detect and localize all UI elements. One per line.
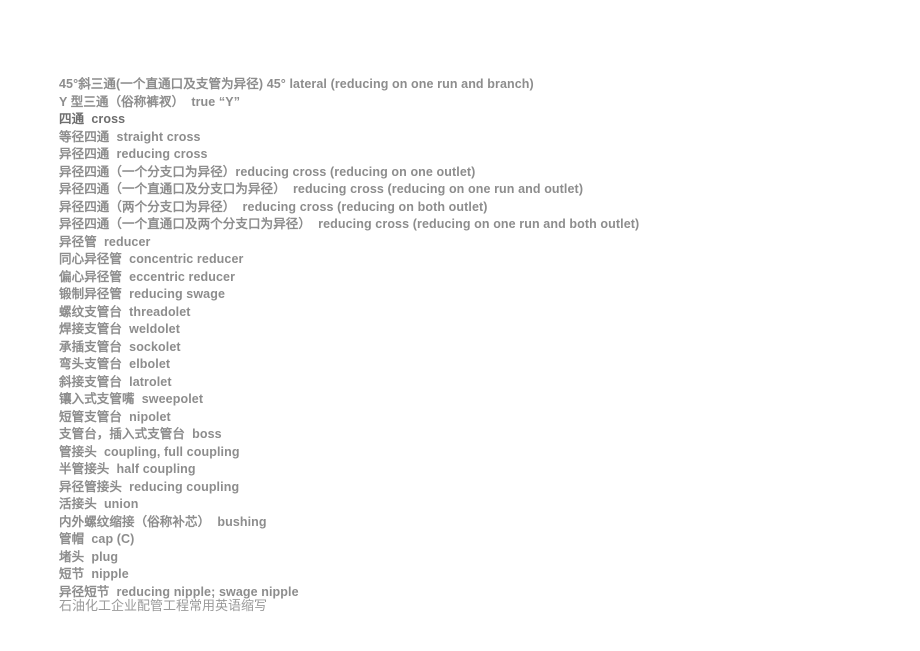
glossary-entry: 半管接头 half coupling bbox=[59, 462, 196, 476]
glossary-entry: 弯头支管台 elbolet bbox=[59, 357, 171, 371]
glossary-entry: 斜接支管台 latrolet bbox=[59, 374, 172, 389]
glossary-entry: 同心异径管 concentric reducer bbox=[59, 252, 244, 266]
glossary-entry: 异径四通（一个分支口为异径）reducing cross (reducing o… bbox=[59, 164, 476, 179]
glossary-entry: 异径四通（一个直通口及两个分支口为异径） reducing cross (red… bbox=[59, 217, 640, 231]
glossary-entry: 螺纹支管台 threadolet bbox=[59, 304, 191, 319]
glossary-entry: 管接头 coupling, full coupling bbox=[59, 444, 240, 459]
glossary-entry: 偏心异径管 eccentric reducer bbox=[59, 269, 236, 284]
glossary-entry: 镶入式支管嘴 sweepolet bbox=[59, 392, 204, 406]
glossary-entry: Y 型三通（俗称裤衩） true “Y” bbox=[59, 94, 241, 109]
glossary-entry: 锻制异径管 reducing swage bbox=[59, 287, 226, 301]
glossary-entry: 等径四通 straight cross bbox=[59, 129, 201, 144]
glossary-entry: 焊接支管台 weldolet bbox=[59, 322, 180, 336]
glossary-entry: 内外螺纹缩接（俗称补芯） bushing bbox=[59, 514, 267, 529]
glossary-entry: 异径管 reducer bbox=[59, 234, 151, 249]
glossary-entry: 承插支管台 sockolet bbox=[59, 339, 181, 354]
glossary-list: 45°斜三通(一个直通口及支管为异径) 45° lateral (reducin… bbox=[59, 76, 899, 601]
glossary-entry: 短管支管台 nipolet bbox=[59, 409, 171, 424]
glossary-entry: 短节 nipple bbox=[59, 567, 129, 581]
section-heading-abbreviations: 石油化工企业配管工程常用英语缩写 bbox=[59, 598, 268, 613]
glossary-entry: 活接头 union bbox=[59, 497, 139, 511]
glossary-entry: 异径四通（两个分支口为异径） reducing cross (reducing … bbox=[59, 199, 488, 214]
glossary-entry: 四通 cross bbox=[59, 112, 126, 126]
glossary-entry: 异径管接头 reducing coupling bbox=[59, 479, 240, 494]
glossary-entry: 45°斜三通(一个直通口及支管为异径) 45° lateral (reducin… bbox=[59, 77, 534, 91]
glossary-entry: 管帽 cap (C) bbox=[59, 532, 135, 546]
document-page: 45°斜三通(一个直通口及支管为异径) 45° lateral (reducin… bbox=[0, 0, 920, 651]
glossary-entry: 支管台，插入式支管台 boss bbox=[59, 427, 222, 441]
glossary-entry: 异径四通（一个直通口及分支口为异径） reducing cross (reduc… bbox=[59, 182, 584, 196]
glossary-entry: 异径四通 reducing cross bbox=[59, 147, 208, 161]
glossary-entry: 堵头 plug bbox=[59, 549, 119, 564]
